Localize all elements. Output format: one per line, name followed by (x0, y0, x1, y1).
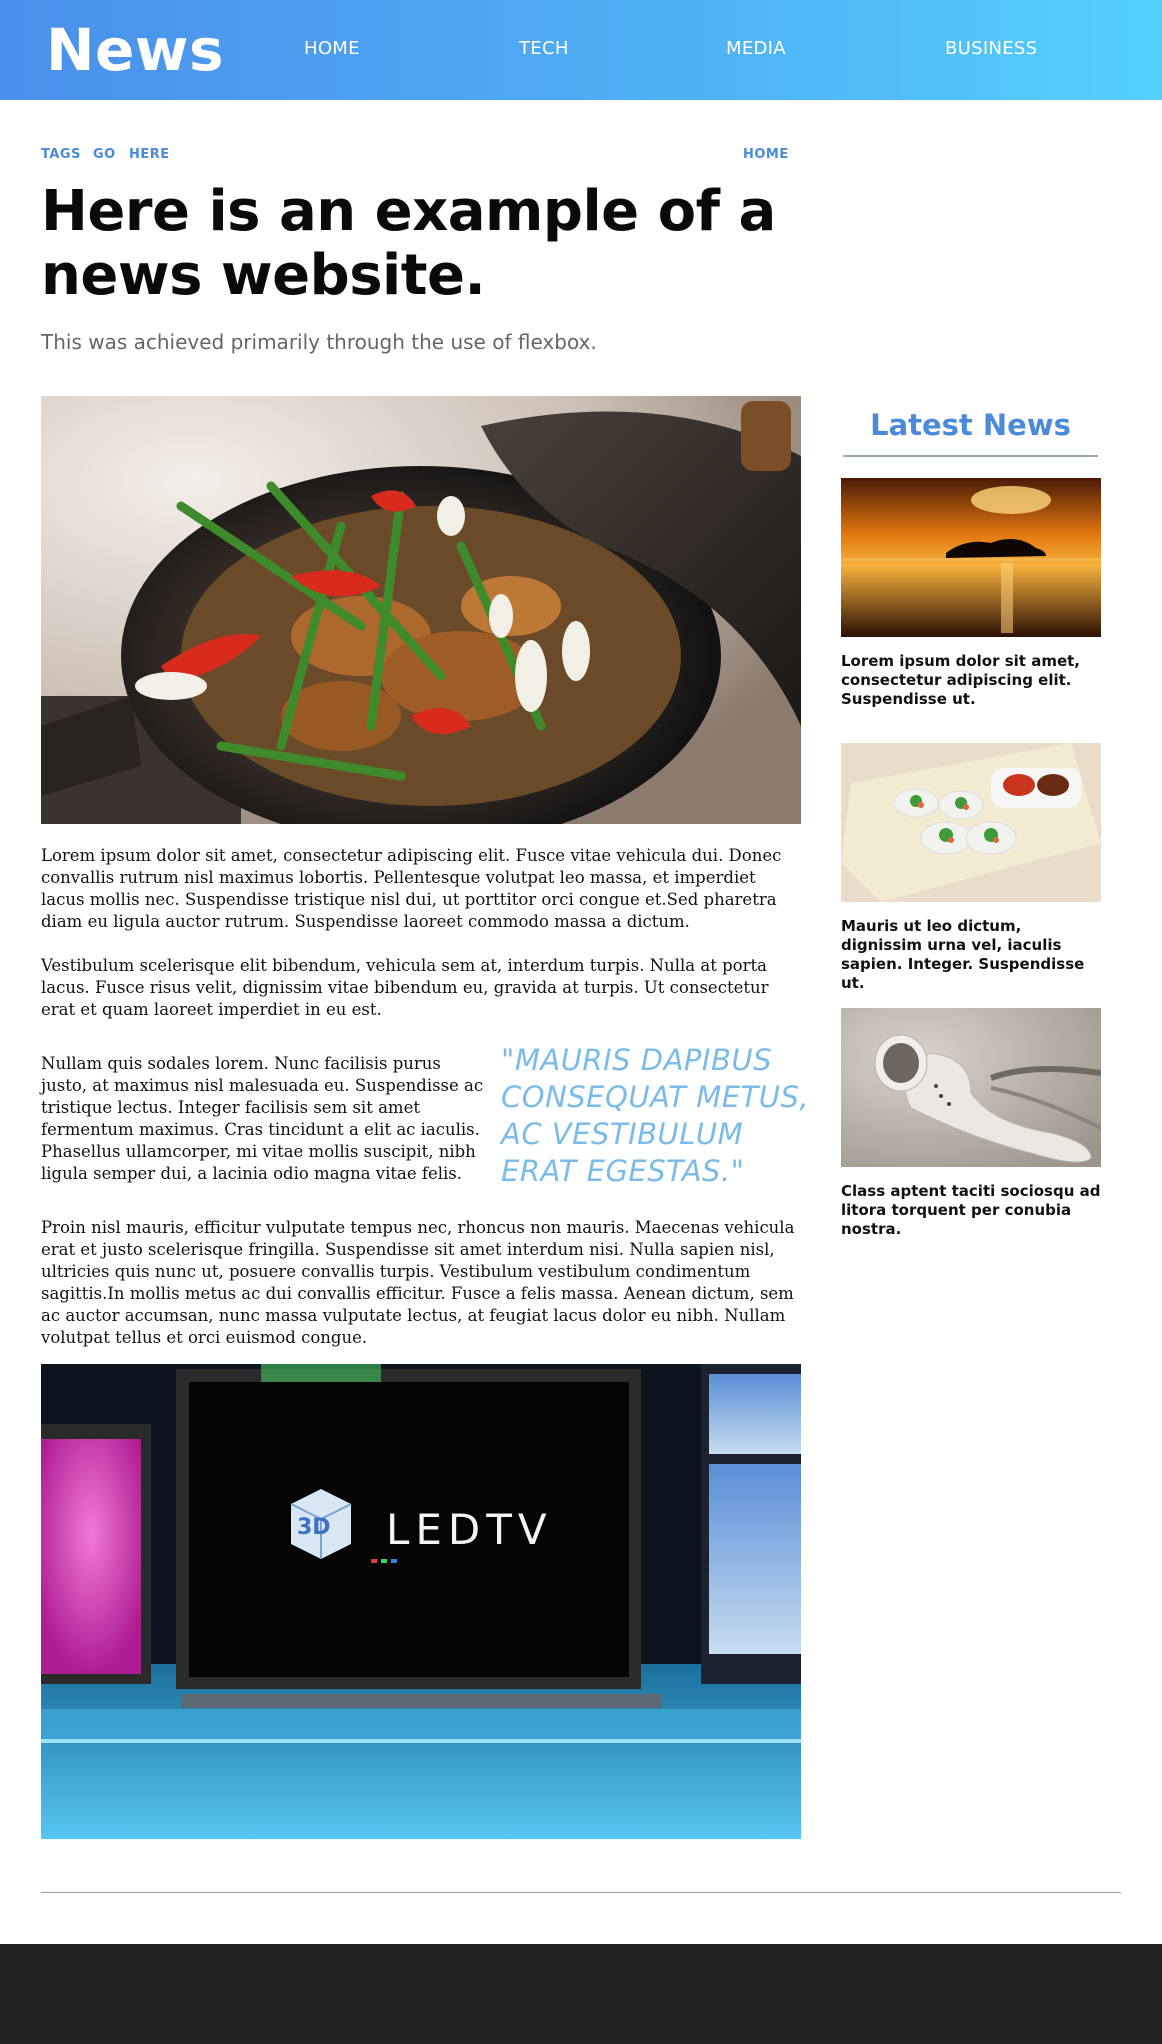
tag-link[interactable]: GO (93, 147, 116, 162)
tag-link[interactable]: HERE (129, 147, 170, 162)
article-paragraph: Nullam quis sodales lorem. Nunc facilisi… (41, 1054, 484, 1183)
article-hero-image (41, 396, 801, 824)
latest-news-image[interactable] (841, 478, 1101, 637)
latest-news-caption[interactable]: Lorem ipsum dolor sit amet, consectetur … (841, 652, 1101, 709)
page-divider (41, 1892, 1121, 1893)
nav-media[interactable]: MEDIA (726, 38, 786, 59)
article-tv-image: 3D LEDTV (41, 1364, 801, 1839)
tv-3d-label: 3D (297, 1515, 331, 1540)
tv-brand-label: LEDTV (386, 1505, 553, 1554)
article-title: Here is an example of a news website. (41, 179, 776, 308)
nav-home[interactable]: HOME (304, 38, 360, 59)
site-logo[interactable]: News (46, 14, 224, 86)
tag-link[interactable]: TAGS (41, 147, 81, 162)
nav-tech[interactable]: TECH (519, 38, 569, 59)
sidebar-divider (843, 455, 1098, 457)
site-footer (0, 1944, 1162, 2044)
breadcrumb-home-link[interactable]: HOME (743, 147, 789, 162)
article-paragraph: Vestibulum scelerisque elit bibendum, ve… (41, 956, 769, 1019)
article-paragraph: Lorem ipsum dolor sit amet, consectetur … (41, 846, 782, 931)
latest-news-caption[interactable]: Mauris ut leo dictum, dignissim urna vel… (841, 917, 1101, 993)
article-subtitle: This was achieved primarily through the … (41, 330, 597, 354)
latest-news-image[interactable] (841, 1008, 1101, 1167)
article-paragraph: Proin nisl mauris, efficitur vulputate t… (41, 1218, 795, 1347)
latest-news-image[interactable] (841, 743, 1101, 902)
sidebar-title: Latest News (870, 408, 1071, 442)
nav-business[interactable]: BUSINESS (945, 38, 1037, 59)
pull-quote: "MAURIS DAPIBUS CONSEQUAT METUS, AC VEST… (501, 1043, 810, 1188)
latest-news-caption[interactable]: Class aptent taciti sociosqu ad litora t… (841, 1182, 1101, 1239)
site-header: News HOME TECH MEDIA BUSINESS (0, 0, 1162, 100)
